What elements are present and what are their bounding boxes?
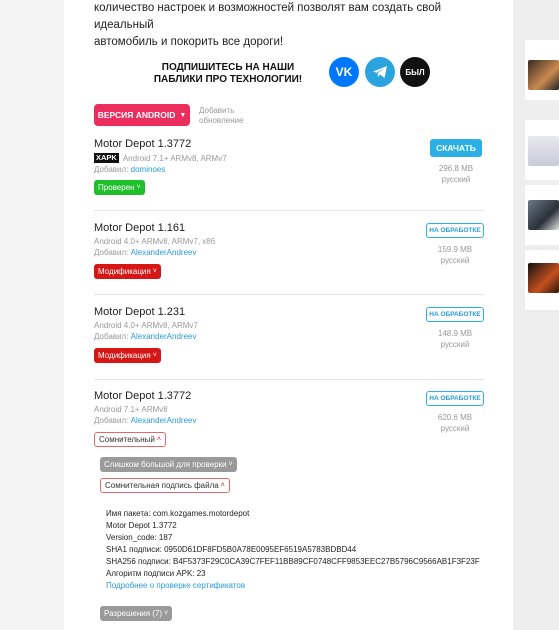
right-sidebar — [513, 0, 559, 630]
author-link[interactable]: dominoes — [131, 165, 166, 174]
description-line: автомобиль и покорить все дороги! — [94, 36, 284, 48]
language: русский — [441, 175, 471, 184]
chevron-down-icon: ˅ — [136, 184, 141, 191]
xapk-badge: XAPK — [94, 153, 119, 163]
suspicious-tag[interactable]: Сомнительный ˄ — [94, 432, 166, 447]
news-thumbnail[interactable] — [528, 263, 559, 293]
package-name: Имя пакета: com.kozgames.motordepot — [106, 509, 250, 518]
download-box: НА ОБРАБОТКЕ 159.9 MB русский — [425, 223, 485, 265]
bbl-icon[interactable]: БЫЛ — [400, 57, 430, 87]
vk-icon[interactable]: VK — [329, 57, 359, 87]
download-button[interactable]: СКАЧАТЬ — [430, 139, 482, 157]
chevron-down-icon: ▼ — [179, 111, 187, 119]
divider — [94, 379, 484, 380]
paper-plane-icon — [373, 66, 387, 78]
add-update-link[interactable]: Добавить обновление — [199, 106, 259, 126]
version-code: Version_code: 187 — [106, 533, 173, 542]
download-box: НА ОБРАБОТКЕ 148.9 MB русский — [425, 307, 485, 349]
download-box: НА ОБРАБОТКЕ 620.6 MB русский — [425, 391, 485, 433]
processing-button[interactable]: НА ОБРАБОТКЕ — [426, 223, 484, 238]
signature-algorithm: Алгоритм подписи APK: 23 — [106, 569, 206, 578]
added-by-label: Добавил: — [94, 165, 129, 174]
language: русский — [440, 256, 470, 265]
tag-label: Сомнительная подпись файла — [105, 481, 219, 490]
divider — [94, 294, 484, 295]
file-size: 148.9 MB — [437, 329, 473, 338]
tag-label: Слишком большой для проверки — [104, 460, 227, 469]
description-line: количество настроек и возможностей позво… — [94, 2, 442, 31]
author-link[interactable]: AlexanderAndreev — [131, 248, 197, 257]
subscribe-title: ПОДПИШИТЕСЬ НА НАШИ ПАБЛИКИ ПРО ТЕХНОЛОГ… — [153, 62, 303, 85]
modification-tag[interactable]: Модификация ˅ — [94, 264, 161, 279]
chevron-down-icon: ˅ — [152, 352, 157, 359]
item-platform: Android 7.1+ ARMv8, ARMv7 — [122, 153, 227, 163]
chevron-down-icon: ˅ — [152, 268, 157, 275]
processing-button[interactable]: НА ОБРАБОТКЕ — [426, 391, 484, 406]
file-size: 159.9 MB — [437, 245, 473, 254]
version-button-label: ВЕРСИЯ ANDROID — [97, 110, 176, 120]
news-thumbnail[interactable] — [528, 60, 559, 90]
vk-label: VK — [335, 65, 353, 79]
tag-label: Проверен — [98, 183, 135, 192]
processing-button[interactable]: НА ОБРАБОТКЕ — [426, 307, 484, 322]
added-by-label: Добавил: — [94, 416, 129, 425]
permissions-tag[interactable]: Разрешения (7) ˅ — [100, 606, 173, 621]
modification-tag[interactable]: Модификация ˅ — [94, 348, 161, 363]
chevron-up-icon: ˄ — [156, 436, 161, 443]
author-link[interactable]: AlexanderAndreev — [131, 332, 197, 341]
description-text: количество настроек и возможностей позво… — [94, 0, 494, 51]
app-version: Motor Depot 1.3772 — [106, 521, 177, 530]
tag-label: Модификация — [98, 351, 151, 360]
divider — [94, 210, 484, 211]
tag-label: Сомнительный — [99, 435, 155, 444]
telegram-icon[interactable] — [365, 57, 395, 87]
chevron-down-icon: ˅ — [164, 610, 169, 617]
added-by-label: Добавил: — [94, 332, 129, 341]
verified-tag[interactable]: Проверен ˅ — [94, 180, 145, 195]
certificate-info-link[interactable]: Подробнее о проверке сертификатов — [106, 580, 480, 592]
chevron-up-icon: ˄ — [220, 482, 225, 489]
news-thumbnail[interactable] — [528, 136, 559, 166]
file-size: 620.6 MB — [437, 413, 473, 422]
news-thumbnail[interactable] — [528, 200, 559, 230]
sha256-hash: SHA256 подписи: B4F5373F29C0CA39C7FEF11B… — [106, 557, 480, 566]
bbl-label: БЫЛ — [405, 67, 425, 77]
too-big-tag[interactable]: Слишком большой для проверки ˅ — [100, 457, 237, 472]
file-size: 296.8 MB — [438, 164, 474, 173]
tag-label: Разрешения (7) — [104, 609, 163, 618]
language: русский — [440, 340, 470, 349]
author-link[interactable]: AlexanderAndreev — [131, 416, 197, 425]
signature-details: Имя пакета: com.kozgames.motordepot Moto… — [106, 508, 480, 592]
suspicious-signature-tag[interactable]: Сомнительная подпись файла ˄ — [100, 478, 230, 493]
language: русский — [440, 424, 470, 433]
android-version-button[interactable]: ВЕРСИЯ ANDROID ▼ — [94, 104, 190, 126]
sha1-hash: SHA1 подписи: 0950D61DF8FD5B0A78E0095EF6… — [106, 545, 357, 554]
chevron-down-icon: ˅ — [228, 461, 233, 468]
download-box: СКАЧАТЬ 296.8 MB русский — [426, 139, 486, 184]
tag-label: Модификация — [98, 267, 151, 276]
added-by-label: Добавил: — [94, 248, 129, 257]
